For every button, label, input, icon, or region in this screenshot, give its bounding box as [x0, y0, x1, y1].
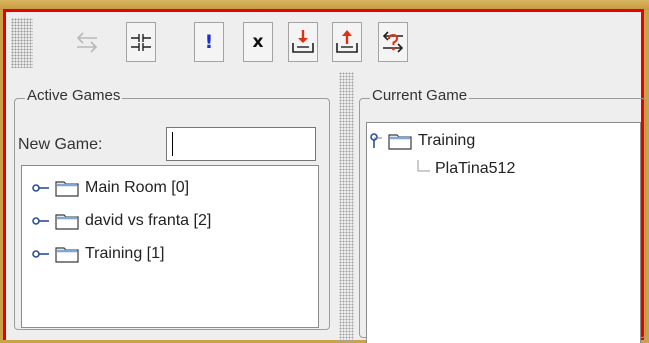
upload-tray-icon [336, 30, 358, 53]
toolbar: ! x [6, 12, 641, 72]
current-game-root-label: Training [418, 132, 476, 149]
toolbar-grip[interactable] [11, 18, 33, 68]
game-label: Main Room [0] [85, 179, 190, 196]
split-pane-divider[interactable] [339, 72, 354, 343]
current-game-title: Current Game [370, 87, 470, 104]
split-icon [131, 34, 151, 51]
current-game-tree[interactable]: Training PlaTina512 [366, 122, 641, 343]
game-label: david vs franta [2] [85, 212, 212, 229]
new-game-input[interactable] [166, 127, 316, 161]
exchange-button[interactable] [378, 22, 408, 62]
folder-icon [55, 181, 79, 197]
game-node-main-room[interactable]: Main Room [0] [32, 179, 189, 197]
current-game-root-node[interactable]: Training [369, 132, 475, 150]
upload-button[interactable] [332, 22, 362, 62]
player-node[interactable]: PlaTina512 [417, 160, 515, 178]
tree-connector [417, 160, 430, 172]
close-game-button[interactable]: x [243, 22, 273, 62]
swap-arrows-icon [76, 32, 98, 53]
folder-icon [55, 247, 79, 263]
expand-key-icon[interactable] [32, 183, 50, 193]
new-game-label: New Game: [18, 136, 103, 153]
active-games-tree[interactable]: Main Room [0] david vs franta [2] Traini… [21, 165, 319, 328]
player-label: PlaTina512 [435, 160, 516, 177]
alert-button[interactable]: ! [194, 22, 224, 62]
folder-icon [55, 214, 79, 230]
text-caret [172, 132, 173, 156]
download-button[interactable] [288, 22, 318, 62]
download-tray-icon [292, 30, 314, 53]
game-node-training[interactable]: Training [1] [32, 245, 164, 263]
expand-key-icon[interactable] [32, 216, 50, 226]
split-button[interactable] [126, 22, 156, 62]
folder-icon [388, 134, 412, 150]
swap-button[interactable] [72, 22, 102, 62]
active-games-title: Active Games [25, 87, 123, 104]
exclamation-icon: ! [204, 31, 214, 53]
collapse-key-icon[interactable] [369, 133, 383, 149]
game-label: Training [1] [85, 245, 165, 262]
question-exchange-icon [382, 31, 404, 53]
close-x-icon: x [252, 32, 264, 52]
client-window: ! x Active Games New Game: Main Room [0]… [3, 9, 646, 343]
expand-key-icon[interactable] [32, 249, 50, 259]
game-node-david-vs-franta[interactable]: david vs franta [2] [32, 212, 211, 230]
